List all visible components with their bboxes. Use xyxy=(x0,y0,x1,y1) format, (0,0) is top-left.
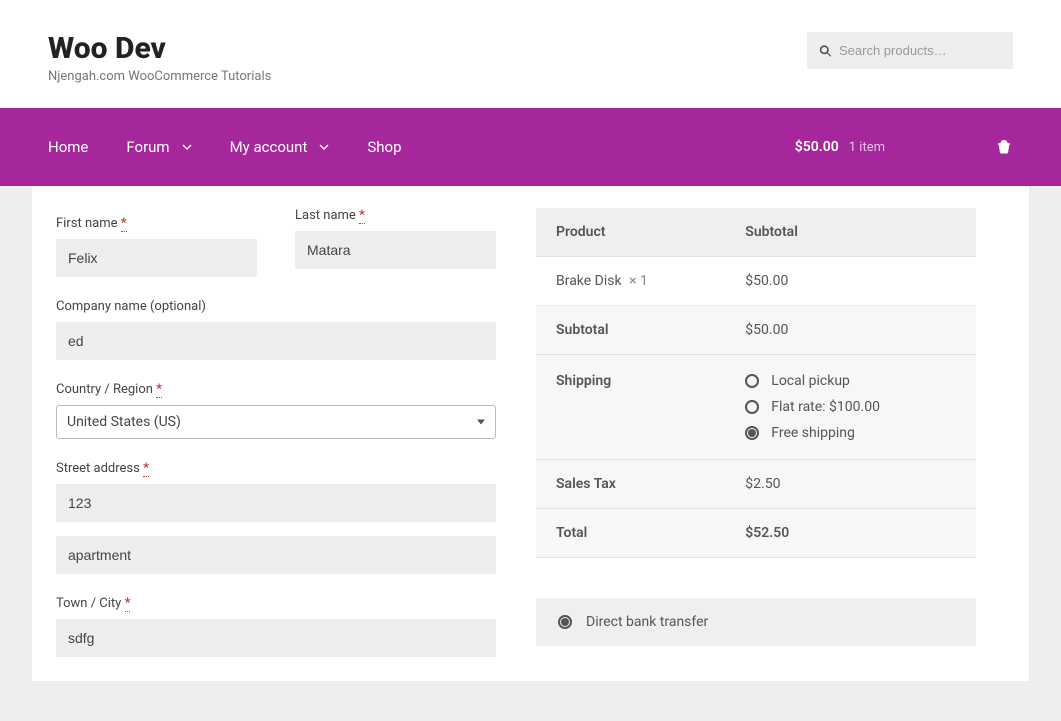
payment-methods: Direct bank transfer xyxy=(536,598,976,646)
subtotal-value: $50.00 xyxy=(725,306,976,355)
street-label: Street address * xyxy=(56,461,496,476)
payment-bank-label: Direct bank transfer xyxy=(586,614,708,630)
order-header-product: Product xyxy=(536,208,725,257)
city-label: Town / City * xyxy=(56,596,496,611)
primary-nav: Home Forum My account Shop $50.00 1 item xyxy=(0,108,1061,186)
chevron-down-icon xyxy=(319,142,329,152)
nav-shop[interactable]: Shop xyxy=(367,138,401,156)
total-label: Total xyxy=(536,509,725,558)
subtotal-label: Subtotal xyxy=(536,306,725,355)
shipping-options: Local pickup Flat rate: $100.00 Free shi… xyxy=(745,373,956,441)
shipping-flat-label: Flat rate: $100.00 xyxy=(771,399,880,415)
street2-field[interactable] xyxy=(56,536,496,574)
site-title[interactable]: Woo Dev xyxy=(48,32,271,65)
order-header-subtotal: Subtotal xyxy=(725,208,976,257)
cart-total: $50.00 xyxy=(795,139,839,155)
basket-icon xyxy=(995,138,1013,156)
shipping-option-flat[interactable]: Flat rate: $100.00 xyxy=(745,399,956,415)
country-label-text: Country / Region xyxy=(56,382,153,397)
shipping-free-label: Free shipping xyxy=(771,425,855,441)
order-summary: Product Subtotal Brake Disk × 1 $50.00 S… xyxy=(536,186,976,646)
radio-checked-icon xyxy=(558,615,572,629)
radio-icon xyxy=(745,374,759,388)
shipping-label: Shipping xyxy=(536,355,725,460)
nav-home[interactable]: Home xyxy=(48,138,88,156)
product-qty: × 1 xyxy=(629,273,648,289)
nav-home-label: Home xyxy=(48,138,88,156)
required-marker: * xyxy=(121,216,127,232)
country-label: Country / Region * xyxy=(56,382,496,397)
required-marker: * xyxy=(156,382,162,398)
shipping-option-local[interactable]: Local pickup xyxy=(745,373,956,389)
nav-shop-label: Shop xyxy=(367,138,401,156)
last-name-field[interactable] xyxy=(295,231,496,269)
nav-cart[interactable]: $50.00 1 item xyxy=(795,138,1013,156)
caret-down-icon xyxy=(477,420,485,425)
payment-option-bank[interactable]: Direct bank transfer xyxy=(558,614,954,630)
site-tagline: Njengah.com WooCommerce Tutorials xyxy=(48,69,271,84)
city-field[interactable] xyxy=(56,619,496,657)
country-value: United States (US) xyxy=(67,414,181,430)
first-name-label: First name * xyxy=(56,216,257,231)
first-name-field[interactable] xyxy=(56,239,257,277)
shipping-local-label: Local pickup xyxy=(771,373,850,389)
nav-my-account-label: My account xyxy=(230,138,308,156)
search-wrapper xyxy=(807,32,1013,69)
nav-forum-label: Forum xyxy=(126,138,169,156)
last-name-label-text: Last name xyxy=(295,208,356,223)
chevron-down-icon xyxy=(182,142,192,152)
street-field[interactable] xyxy=(56,484,496,522)
radio-icon xyxy=(745,400,759,414)
street-label-text: Street address xyxy=(56,461,140,476)
tax-label: Sales Tax xyxy=(536,460,725,509)
tax-value: $2.50 xyxy=(725,460,976,509)
nav-forum[interactable]: Forum xyxy=(126,138,191,156)
city-label-text: Town / City xyxy=(56,596,121,611)
company-label: Company name (optional) xyxy=(56,299,496,314)
total-value: $52.50 xyxy=(725,509,976,558)
radio-checked-icon xyxy=(745,426,759,440)
order-line-price: $50.00 xyxy=(725,257,976,306)
search-input[interactable] xyxy=(807,32,1013,69)
last-name-label: Last name * xyxy=(295,208,496,223)
order-line-name: Brake Disk × 1 xyxy=(536,257,725,306)
required-marker: * xyxy=(359,208,365,224)
billing-form: First name * Last name * Company name (o… xyxy=(56,186,496,657)
shipping-option-free[interactable]: Free shipping xyxy=(745,425,956,441)
required-marker: * xyxy=(143,461,149,477)
cart-count: 1 item xyxy=(849,140,885,155)
country-select[interactable]: United States (US) xyxy=(56,405,496,439)
required-marker: * xyxy=(125,596,131,612)
product-name: Brake Disk xyxy=(556,273,622,289)
search-icon xyxy=(819,44,832,57)
company-field[interactable] xyxy=(56,322,496,360)
first-name-label-text: First name xyxy=(56,216,117,231)
nav-my-account[interactable]: My account xyxy=(230,138,330,156)
brand-block: Woo Dev Njengah.com WooCommerce Tutorial… xyxy=(48,32,271,84)
